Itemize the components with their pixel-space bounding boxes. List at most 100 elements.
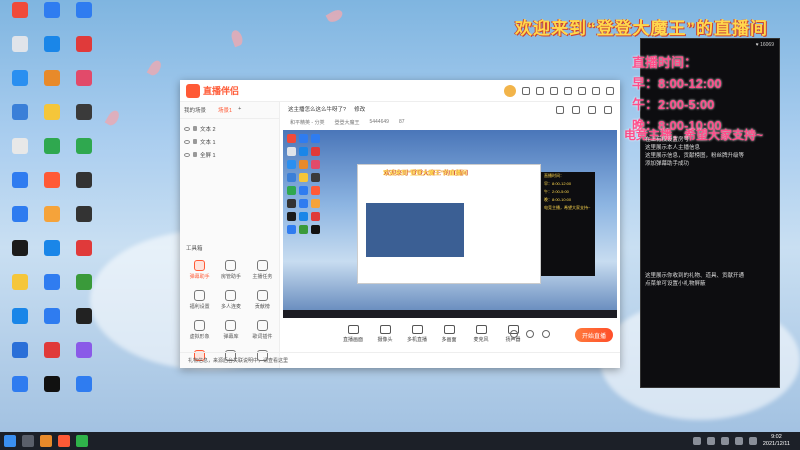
eye-icon[interactable] [184, 139, 190, 144]
desktop-shortcut[interactable] [36, 206, 67, 240]
edit-room-button[interactable]: 修改 [354, 105, 365, 113]
tool-item[interactable]: 弹幕助手 [184, 260, 215, 280]
camera-button[interactable]: 摄像头 [372, 325, 398, 343]
desktop-shortcut[interactable] [36, 36, 67, 70]
desktop-shortcut[interactable] [68, 70, 99, 104]
tray-icon[interactable] [692, 437, 701, 445]
desktop-shortcut[interactable] [4, 342, 35, 376]
desktop-shortcut[interactable] [4, 274, 35, 308]
desktop-shortcut[interactable] [36, 70, 67, 104]
minimize-icon[interactable] [578, 86, 586, 95]
system-clock[interactable]: 9:02 2021/12/11 [763, 434, 790, 448]
volume-icon[interactable] [748, 437, 757, 445]
tool-item[interactable]: 贡献榜 [247, 290, 278, 310]
tool-item[interactable]: 房管助手 [215, 260, 246, 280]
more-icon[interactable] [604, 106, 612, 114]
tool-item[interactable]: 福利设置 [184, 290, 215, 310]
user-avatar[interactable] [504, 84, 516, 97]
tab-scene-1[interactable]: 场景1 [218, 106, 232, 114]
desktop-shortcut[interactable] [4, 2, 35, 36]
desktop-shortcut[interactable] [36, 308, 67, 342]
desktop-shortcut[interactable] [4, 308, 35, 342]
settings-icon[interactable] [550, 86, 558, 95]
eye-icon[interactable] [184, 126, 190, 131]
tool-item[interactable]: 虚拟形象 [184, 320, 215, 340]
desktop-shortcut[interactable] [68, 240, 99, 274]
source-item[interactable]: 文本 2 [184, 122, 275, 135]
tool-item[interactable]: 主播任务 [247, 260, 278, 280]
desktop-shortcut[interactable] [36, 104, 67, 138]
desktop-shortcut[interactable] [36, 172, 67, 206]
maximize-icon[interactable] [592, 86, 600, 95]
control-label: 麦克风 [473, 337, 489, 343]
tab-my-scenes[interactable]: 我的场景 [184, 106, 206, 114]
screen-capture-button[interactable]: 直播画面 [340, 325, 366, 343]
message-icon[interactable] [522, 86, 530, 95]
preview-icon [311, 212, 320, 221]
desktop-shortcut[interactable] [68, 206, 99, 240]
start-icon[interactable] [4, 435, 16, 447]
desktop-shortcut[interactable] [36, 274, 67, 308]
control-label: 直播画面 [342, 337, 363, 343]
text-line: 在上有权设置房号 [645, 137, 690, 143]
lock-icon[interactable] [193, 152, 197, 157]
desktop-shortcut[interactable] [4, 138, 35, 172]
desktop-shortcut[interactable] [4, 206, 35, 240]
tool-item[interactable]: 多人连麦 [215, 290, 246, 310]
stream-preview[interactable]: 欢迎来到“登登大魔王”的直播间 直播时间： 早：8:00-12:00 午：2:00-… [283, 130, 617, 318]
desktop-shortcut[interactable] [68, 172, 99, 206]
desktop-shortcut[interactable] [4, 172, 35, 206]
share-icon[interactable] [556, 106, 564, 114]
room-id: 5444649 [369, 119, 389, 125]
desktop-shortcut[interactable] [4, 376, 35, 410]
tool-item[interactable]: 弹幕库 [215, 320, 246, 340]
status-warning[interactable]: 礼物信息，来源后台关联说明中，请查看这里 [188, 357, 288, 364]
live-companion-icon[interactable] [58, 435, 70, 447]
eye-icon[interactable] [184, 152, 190, 157]
add-scene-button[interactable]: + [238, 106, 241, 114]
desktop-shortcut[interactable] [36, 342, 67, 376]
source-item[interactable]: 文本 1 [184, 135, 275, 148]
tray-icon[interactable] [706, 437, 715, 445]
desktop-shortcut[interactable] [4, 104, 35, 138]
desktop-shortcut[interactable] [36, 138, 67, 172]
desktop-shortcut[interactable] [4, 36, 35, 70]
lock-icon[interactable] [193, 126, 197, 131]
desktop-shortcut[interactable] [36, 2, 67, 36]
close-icon[interactable] [606, 86, 614, 95]
folder-icon[interactable] [40, 435, 52, 447]
multi-scene-button[interactable]: 多画面 [436, 325, 462, 343]
desktop-shortcut[interactable] [4, 240, 35, 274]
multi-device-button[interactable]: 多机直播 [404, 325, 430, 343]
lock-icon[interactable] [193, 139, 197, 144]
desktop-shortcut[interactable] [68, 274, 99, 308]
desktop-shortcut[interactable] [68, 308, 99, 342]
desktop-shortcut[interactable] [68, 2, 99, 36]
menu-icon[interactable] [564, 86, 572, 95]
wechat-icon[interactable] [76, 435, 88, 447]
tool-item[interactable]: 歌词插件 [247, 320, 278, 340]
desktop-shortcut[interactable] [68, 376, 99, 410]
desktop-shortcut[interactable] [68, 138, 99, 172]
start-live-button[interactable]: 开始直播 [575, 328, 613, 342]
app-icon [43, 274, 60, 290]
desktop-shortcut[interactable] [68, 342, 99, 376]
game-category[interactable]: 和平精英 - 分类 [290, 119, 324, 126]
gift-icon[interactable] [572, 106, 580, 114]
desktop-shortcut[interactable] [36, 240, 67, 274]
tray-icon[interactable] [720, 437, 729, 445]
camera-icon [379, 325, 391, 334]
desktop-shortcut[interactable] [68, 36, 99, 70]
desktop-shortcut[interactable] [4, 70, 35, 104]
microphone-button[interactable]: 麦克风 [468, 325, 494, 343]
skin-icon[interactable] [536, 86, 544, 95]
search-icon[interactable] [22, 435, 34, 447]
bell-icon[interactable] [588, 106, 596, 114]
source-item[interactable]: 全屏 1 [184, 148, 275, 161]
gear-icon[interactable] [542, 330, 550, 338]
wifi-icon[interactable] [734, 437, 743, 445]
view-icon[interactable] [526, 330, 534, 338]
desktop-shortcut[interactable] [68, 104, 99, 138]
desktop-shortcut[interactable] [36, 376, 67, 410]
record-icon[interactable] [510, 330, 518, 338]
